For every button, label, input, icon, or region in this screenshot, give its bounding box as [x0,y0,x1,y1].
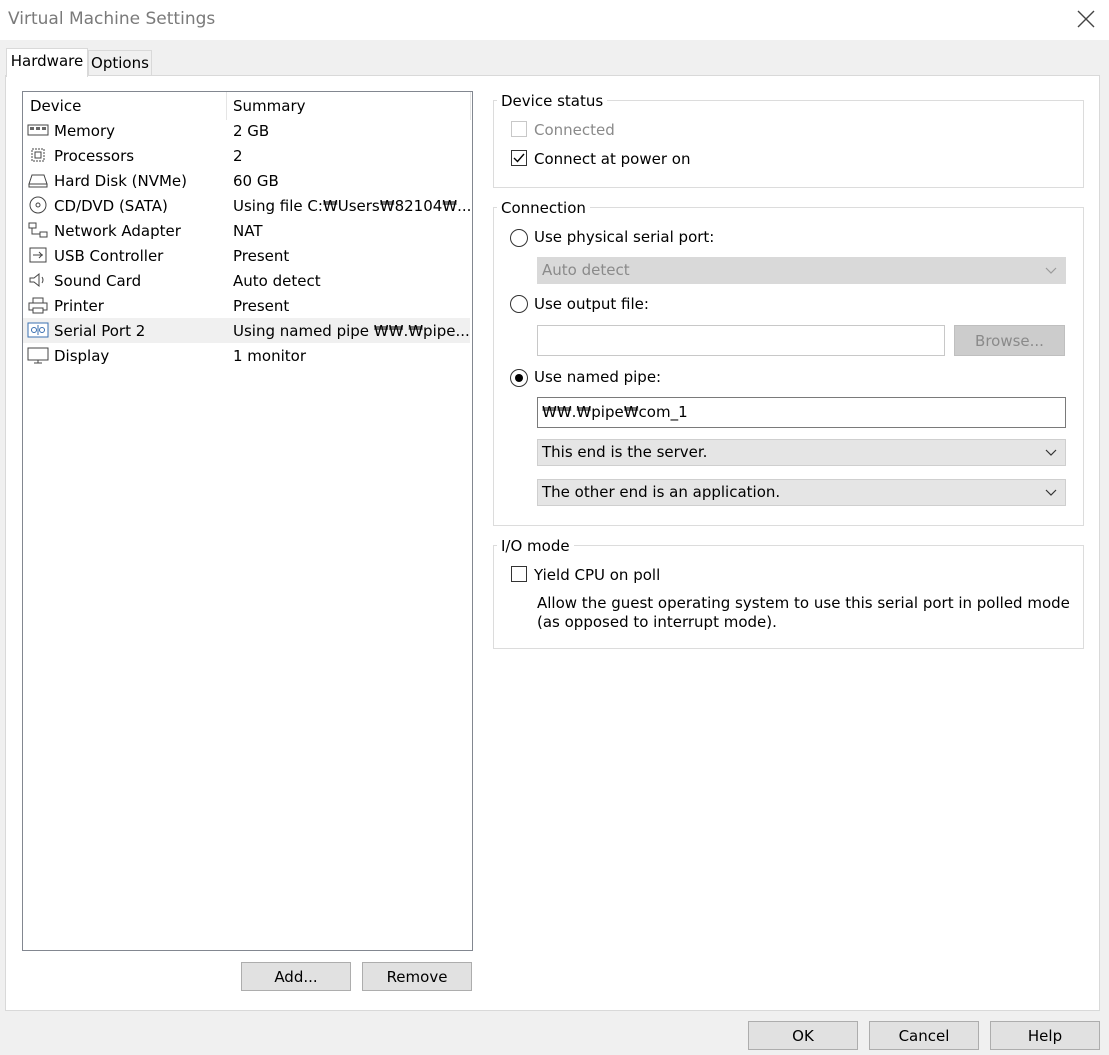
device-row[interactable]: Network Adapter NAT [23,218,470,243]
hard-disk-icon [28,174,48,188]
device-name: Processors [54,147,135,165]
io-mode-title: I/O mode [497,537,574,555]
physical-port-select[interactable]: Auto detect [537,257,1066,284]
device-summary: Using file C:₩Users₩82104₩... [233,197,472,215]
this-end-select[interactable]: This end is the server. [537,439,1066,466]
serial-port-icon [27,322,49,338]
device-name: Display [54,347,110,365]
cancel-button[interactable]: Cancel [869,1021,979,1050]
remove-button[interactable]: Remove [362,962,472,991]
processor-icon [31,148,45,162]
connection-title: Connection [497,199,590,217]
device-row[interactable]: Memory 2 GB [23,118,470,143]
ok-button[interactable]: OK [748,1021,858,1050]
physical-port-value: Auto detect [542,261,630,279]
network-adapter-icon [28,222,48,238]
yield-cpu-checkbox[interactable] [511,566,527,582]
close-icon [1077,10,1095,28]
tab-options[interactable]: Options [88,50,152,75]
device-summary: Auto detect [233,272,321,290]
other-end-select[interactable]: The other end is an application. [537,479,1066,506]
column-header-summary[interactable]: Summary [233,97,306,115]
device-name: Memory [54,122,116,140]
checkmark-icon [513,153,525,163]
device-row[interactable]: USB Controller Present [23,243,470,268]
device-name: Sound Card [54,272,142,290]
chevron-down-icon [1045,489,1057,496]
chevron-down-icon [1045,267,1057,274]
device-summary: Present [233,247,290,265]
device-row[interactable]: Hard Disk (NVMe) 60 GB [23,168,470,193]
connected-label: Connected [534,121,615,139]
add-button[interactable]: Add... [241,962,351,991]
device-summary: 60 GB [233,172,279,190]
connected-checkbox[interactable] [511,121,527,137]
this-end-value: This end is the server. [542,443,708,461]
device-name: Serial Port 2 [54,322,146,340]
display-icon [27,347,49,364]
output-file-label: Use output file: [534,295,649,313]
device-summary: Present [233,297,290,315]
physical-port-radio[interactable] [510,229,528,247]
connect-at-power-on-checkbox[interactable] [511,150,527,166]
column-divider [470,92,471,120]
yield-cpu-label: Yield CPU on poll [534,566,661,584]
named-pipe-label: Use named pipe: [534,368,662,386]
help-button[interactable]: Help [990,1021,1100,1050]
device-row[interactable]: Printer Present [23,293,470,318]
browse-button[interactable]: Browse... [954,325,1065,356]
printer-icon [28,297,48,314]
memory-icon [27,124,49,136]
device-row[interactable]: Processors 2 [23,143,470,168]
device-summary: Using named pipe ₩₩.₩pipe... [233,322,470,340]
column-divider [226,92,227,120]
device-row[interactable]: Display 1 monitor [23,343,470,368]
device-status-title: Device status [497,92,608,110]
device-summary: 1 monitor [233,347,307,365]
named-pipe-radio[interactable] [510,369,528,387]
output-file-radio[interactable] [510,295,528,313]
device-row[interactable]: CD/DVD (SATA) Using file C:₩Users₩82104₩.… [23,193,472,218]
device-summary: 2 GB [233,122,270,140]
connect-at-power-on-label: Connect at power on [534,150,691,168]
device-row[interactable]: Serial Port 2 Using named pipe ₩₩.₩pipe..… [23,318,470,343]
device-name: Printer [54,297,104,315]
device-name: USB Controller [54,247,164,265]
device-name: Hard Disk (NVMe) [54,172,188,190]
chevron-down-icon [1045,449,1057,456]
device-name: Network Adapter [54,222,181,240]
device-name: CD/DVD (SATA) [54,197,168,215]
tab-hardware[interactable]: Hardware [6,48,88,77]
window-title: Virtual Machine Settings [8,9,216,29]
column-header-device[interactable]: Device [30,97,81,115]
close-button[interactable] [1070,4,1102,34]
other-end-value: The other end is an application. [542,483,781,501]
device-status-group [493,100,1084,188]
device-summary: NAT [233,222,263,240]
device-summary: 2 [233,147,243,165]
named-pipe-input[interactable]: ₩₩.₩pipe₩com_1 [537,397,1066,428]
output-file-input[interactable] [537,325,945,356]
usb-icon [29,247,47,263]
cd-dvd-icon [29,196,47,214]
sound-card-icon [29,272,44,288]
physical-port-label: Use physical serial port: [534,228,715,246]
device-row[interactable]: Sound Card Auto detect [23,268,470,293]
io-mode-description: Allow the guest operating system to use … [537,594,1070,631]
